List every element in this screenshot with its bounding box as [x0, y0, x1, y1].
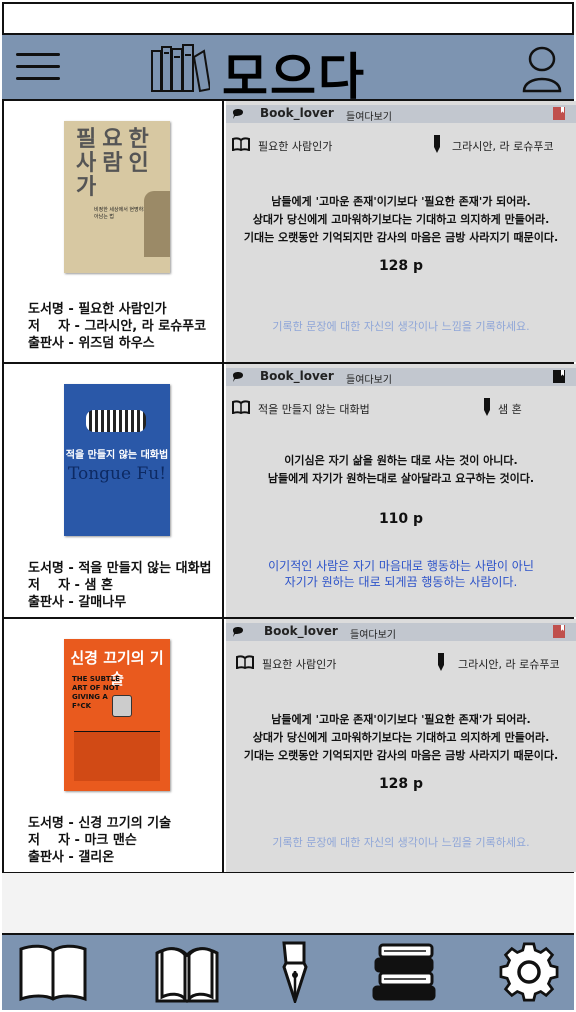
book-title-label: 도서명 - 신경 끄기의 기술	[28, 816, 172, 831]
record-feed: 필요한 사람인 가 비정한 세상에서 현명하게 살아남는 법 도서명 - 필요한…	[2, 101, 576, 874]
quote-line: 상대가 당신에게 고마워하기보다는 기대하고 의지하게 만들어라.	[252, 213, 550, 226]
fountain-pen-icon[interactable]	[260, 941, 330, 1003]
cover-title-line: 적을 만들지 않는 대화법	[65, 450, 169, 461]
cover-can	[112, 695, 132, 717]
cover-portrait	[144, 191, 170, 257]
list-item: 적을 만들지 않는 대화법 Tongue Fu! 도서명 - 적을 만들지 않는…	[4, 364, 576, 619]
quote-text: 남들에게 '고마운 존재'이기보다 '필요한 존재'가 되어라. 상대가 당신에…	[226, 711, 576, 765]
book-reference: 적을 만들지 않는 대화법 샘 혼	[226, 398, 576, 420]
quote-text: 남들에게 '고마운 존재'이기보다 '필요한 존재'가 되어라. 상대가 당신에…	[226, 193, 576, 247]
note-line: 기록한 문장에 대한 자신의 생각이나 느낌을 기록하세요.	[272, 320, 530, 333]
bookmark-icon[interactable]	[552, 369, 566, 384]
book-reference: 필요한 사람인가 그라시안, 라 로슈푸코	[226, 653, 576, 675]
page-number: 128 p	[378, 776, 424, 792]
book-reference: 필요한 사람인가 그라시안, 라 로슈푸코	[226, 135, 576, 157]
book-title: 적을 만들지 않는 대화법	[258, 403, 370, 416]
app-title: 모으다	[222, 48, 366, 106]
reading-book-icon[interactable]	[152, 941, 222, 1003]
peek-link[interactable]: 들여다보기	[346, 108, 392, 123]
record-header: Book_lover 들여다보기	[226, 623, 576, 641]
empty-feed-area	[2, 873, 574, 935]
quote-line: 남들에게 자기가 원하는대로 살아달라고 요구하는 것이다.	[267, 472, 535, 485]
book-info-panel: 적을 만들지 않는 대화법 Tongue Fu! 도서명 - 적을 만들지 않는…	[4, 364, 224, 617]
quote-line: 기대는 오랫동안 기억되지만 감사의 마음은 금방 사라지기 때문이다.	[243, 231, 559, 244]
top-app-bar: 모으다	[2, 33, 574, 106]
note-text[interactable]: 이기적인 사람은 자기 마음대로 행동하는 사람이 아닌 자기가 원하는 대로 …	[226, 558, 576, 590]
open-book-icon	[236, 655, 254, 669]
book-info-panel: 필요한 사람인 가 비정한 세상에서 현명하게 살아남는 법 도서명 - 필요한…	[4, 101, 224, 362]
note-line: 이기적인 사람은 자기 마음대로 행동하는 사람이 아닌	[268, 559, 534, 573]
book-publisher-label: 출판사 - 갈매나무	[28, 595, 127, 610]
pen-icon	[484, 398, 490, 416]
list-item: 필요한 사람인 가 비정한 세상에서 현명하게 살아남는 법 도서명 - 필요한…	[4, 101, 576, 364]
hamburger-menu-icon[interactable]	[16, 53, 60, 85]
book-title: 필요한 사람인가	[262, 658, 337, 671]
note-line: 기록한 문장에 대한 자신의 생각이나 느낌을 기록하세요.	[272, 836, 530, 849]
gear-icon[interactable]	[494, 941, 564, 1003]
bookmark-icon[interactable]	[552, 106, 566, 121]
record-card: Book_lover 들여다보기 적을 만들지 않는 대화법 샘 혼 이기심은 …	[226, 364, 576, 617]
pen-icon	[434, 135, 440, 153]
cover-title-line: Tongue Fu!	[67, 464, 167, 484]
book-publisher-label: 출판사 - 위즈덤 하우스	[28, 336, 155, 351]
book-author-label: 저 자 - 샘 혼	[28, 578, 113, 593]
cover-zebra	[86, 410, 146, 432]
book-cover[interactable]: 필요한 사람인 가 비정한 세상에서 현명하게 살아남는 법	[64, 121, 170, 273]
bottom-nav-bar	[2, 935, 574, 1010]
note-line: 자기가 원하는 대로 되게끔 행동하는 사람이다.	[284, 575, 518, 589]
quote-line: 기대는 오랫동안 기억되지만 감사의 마음은 금방 사라지기 때문이다.	[243, 749, 559, 762]
book-title-label: 도서명 - 필요한 사람인가	[28, 302, 167, 317]
user-icon[interactable]	[520, 45, 564, 93]
record-card: Book_lover 들여다보기 필요한 사람인가 그라시안, 라 로슈푸코 남…	[226, 619, 576, 872]
peek-link[interactable]: 들여다보기	[346, 371, 392, 386]
speech-bubble-icon[interactable]	[232, 107, 244, 119]
book-info-panel: 신경 끄기의 기술 THE SUBTLE ART OF NOT GIVING A…	[4, 619, 224, 872]
quote-text: 이기심은 자기 삶을 원하는 대로 사는 것이 아니다. 남들에게 자기가 원하…	[226, 452, 576, 488]
record-header: Book_lover 들여다보기	[226, 368, 576, 386]
cover-title-line: 가	[76, 174, 103, 200]
open-book-icon	[232, 137, 250, 151]
page-number: 110 p	[378, 511, 424, 527]
page-number: 128 p	[378, 258, 424, 274]
cover-title-line: 필요한	[76, 126, 155, 152]
peek-link[interactable]: 들여다보기	[350, 626, 396, 641]
book-author-label: 저 자 - 마크 맨슨	[28, 833, 137, 848]
book-author: 그라시안, 라 로슈푸코	[458, 658, 560, 671]
open-book-icon[interactable]	[18, 941, 88, 1003]
cover-title-line: 사람인	[76, 150, 155, 176]
books-icon	[151, 44, 210, 93]
speech-bubble-icon[interactable]	[232, 625, 244, 637]
book-author: 그라시안, 라 로슈푸코	[452, 140, 554, 153]
quote-line: 상대가 당신에게 고마워하기보다는 기대하고 의지하게 만들어라.	[252, 731, 550, 744]
book-title: 필요한 사람인가	[258, 140, 333, 153]
quote-line: 남들에게 '고마운 존재'이기보다 '필요한 존재'가 되어라.	[271, 195, 531, 208]
book-cover[interactable]: 적을 만들지 않는 대화법 Tongue Fu!	[64, 384, 170, 536]
book-title-label: 도서명 - 적을 만들지 않는 대화법	[28, 561, 212, 576]
username[interactable]: Book_lover	[264, 624, 338, 638]
book-author: 샘 혼	[498, 403, 522, 416]
cover-text-block	[74, 731, 160, 781]
book-publisher-label: 출판사 - 갤리온	[28, 850, 115, 865]
book-author-label: 저 자 - 그라시안, 라 로슈푸코	[28, 319, 207, 334]
note-placeholder[interactable]: 기록한 문장에 대한 자신의 생각이나 느낌을 기록하세요.	[226, 319, 576, 335]
record-card: Book_lover 들여다보기 필요한 사람인가 그라시안, 라 로슈푸코 남…	[226, 101, 576, 362]
pen-icon	[438, 653, 444, 671]
speech-bubble-icon[interactable]	[232, 370, 244, 382]
book-stack-icon[interactable]	[370, 941, 440, 1003]
list-item: 신경 끄기의 기술 THE SUBTLE ART OF NOT GIVING A…	[4, 619, 576, 874]
open-book-icon	[232, 400, 250, 414]
username[interactable]: Book_lover	[260, 369, 334, 383]
note-placeholder[interactable]: 기록한 문장에 대한 자신의 생각이나 느낌을 기록하세요.	[226, 835, 576, 851]
book-cover[interactable]: 신경 끄기의 기술 THE SUBTLE ART OF NOT GIVING A…	[64, 639, 170, 791]
username[interactable]: Book_lover	[260, 106, 334, 120]
quote-line: 남들에게 '고마운 존재'이기보다 '필요한 존재'가 되어라.	[271, 713, 531, 726]
quote-line: 이기심은 자기 삶을 원하는 대로 사는 것이 아니다.	[284, 454, 518, 467]
record-header: Book_lover 들여다보기	[226, 105, 576, 123]
bookmark-icon[interactable]	[552, 624, 566, 639]
